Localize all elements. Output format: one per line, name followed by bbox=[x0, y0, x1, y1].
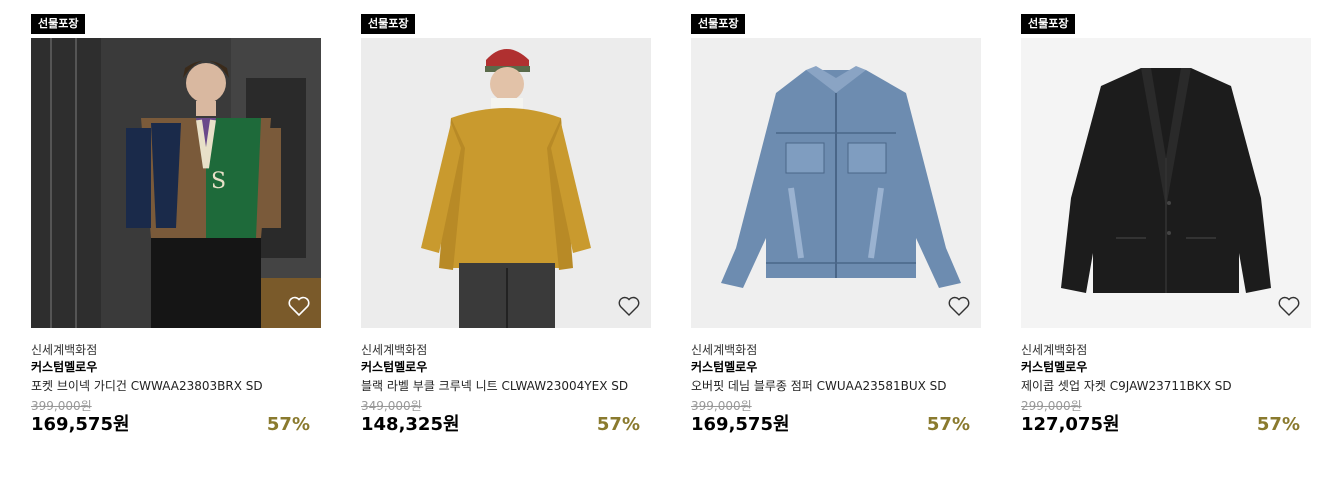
store-name: 신세계백화점 bbox=[31, 343, 98, 357]
gift-wrap-badge: 선물포장 bbox=[31, 14, 86, 34]
heart-outline-icon[interactable] bbox=[617, 294, 641, 318]
store-name: 신세계백화점 bbox=[691, 343, 758, 357]
sale-price: 169,575원 bbox=[691, 414, 790, 435]
sale-price: 148,325원 bbox=[361, 414, 460, 435]
discount-rate: 57% bbox=[596, 414, 640, 435]
product-card[interactable]: 선물포장 신세계백화점 커스텀멜로우 오버핏 데님 블루종 점퍼 CWUAA23… bbox=[691, 12, 981, 438]
original-price: 349,000원 bbox=[361, 399, 422, 413]
product-card[interactable]: 선물포장 신세계백화점 커스텀멜로우 제이콥 셋업 자켓 C9JAW23711B… bbox=[1021, 12, 1311, 438]
store-name: 신세계백화점 bbox=[361, 343, 428, 357]
product-photo-cardigan: S bbox=[31, 38, 321, 328]
product-name[interactable]: 블랙 라벨 부클 크루넥 니트 CLWAW23004YEX SD bbox=[361, 378, 631, 395]
original-price: 399,000원 bbox=[31, 399, 92, 413]
product-photo-knit bbox=[361, 38, 651, 328]
product-photo-denim-jacket bbox=[691, 38, 981, 328]
product-image[interactable]: S bbox=[31, 38, 321, 328]
brand-name[interactable]: 커스텀멜로우 bbox=[361, 359, 651, 376]
brand-name[interactable]: 커스텀멜로우 bbox=[31, 359, 321, 376]
product-name[interactable]: 오버핏 데님 블루종 점퍼 CWUAA23581BUX SD bbox=[691, 378, 961, 395]
svg-text:S: S bbox=[211, 169, 226, 194]
original-price: 399,000원 bbox=[691, 399, 752, 413]
product-image[interactable] bbox=[691, 38, 981, 328]
discount-rate: 57% bbox=[266, 414, 310, 435]
brand-name[interactable]: 커스텀멜로우 bbox=[691, 359, 981, 376]
original-price: 299,000원 bbox=[1021, 399, 1082, 413]
product-name[interactable]: 제이콥 셋업 자켓 C9JAW23711BKX SD bbox=[1021, 378, 1291, 395]
store-name: 신세계백화점 bbox=[1021, 343, 1088, 357]
product-card[interactable]: 선물포장 신세계백화점 커스텀멜로우 블랙 라벨 부클 크루넥 니트 CLWAW… bbox=[361, 12, 651, 438]
heart-outline-icon[interactable] bbox=[287, 294, 311, 318]
heart-outline-icon[interactable] bbox=[947, 294, 971, 318]
product-image[interactable] bbox=[1021, 38, 1311, 328]
product-name[interactable]: 포켓 브이넥 가디건 CWWAA23803BRX SD bbox=[31, 378, 301, 395]
sale-price: 127,075원 bbox=[1021, 414, 1120, 435]
discount-rate: 57% bbox=[1256, 414, 1300, 435]
heart-outline-icon[interactable] bbox=[1277, 294, 1301, 318]
sale-price: 169,575원 bbox=[31, 414, 130, 435]
gift-wrap-badge: 선물포장 bbox=[691, 14, 746, 34]
discount-rate: 57% bbox=[926, 414, 970, 435]
product-image[interactable] bbox=[361, 38, 651, 328]
gift-wrap-badge: 선물포장 bbox=[1021, 14, 1076, 34]
product-photo-blazer bbox=[1021, 38, 1311, 328]
brand-name[interactable]: 커스텀멜로우 bbox=[1021, 359, 1311, 376]
product-card[interactable]: 선물포장 S 신세계백화점 커스텀멜로우 포켓 브이넥 가디건 CWWAA238… bbox=[31, 12, 321, 438]
gift-wrap-badge: 선물포장 bbox=[361, 14, 416, 34]
